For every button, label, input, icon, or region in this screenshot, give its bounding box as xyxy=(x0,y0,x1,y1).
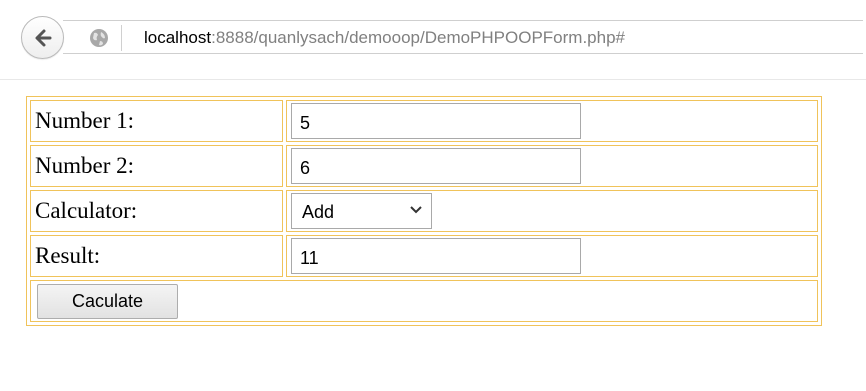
browser-toolbar: localhost:8888/quanlysach/demooop/DemoPH… xyxy=(0,0,866,80)
number2-input[interactable] xyxy=(291,148,581,184)
url-host: localhost xyxy=(144,28,212,47)
back-button[interactable] xyxy=(21,16,64,59)
calculator-selected-value: Add xyxy=(302,202,335,222)
number1-label: Number 1: xyxy=(30,100,283,142)
url-separator xyxy=(121,25,122,51)
result-label: Result: xyxy=(30,235,283,277)
calculator-cell: Add xyxy=(286,190,818,232)
number2-cell xyxy=(286,145,818,187)
calculator-row: Calculator: Add xyxy=(30,190,818,232)
toolbar-divider xyxy=(0,79,866,80)
number2-row: Number 2: xyxy=(30,145,818,187)
globe-icon xyxy=(90,29,108,47)
result-cell xyxy=(286,235,818,277)
url-path: :8888/quanlysach/demooop/DemoPHPOOPForm.… xyxy=(211,28,626,47)
number2-label: Number 2: xyxy=(30,145,283,187)
calculator-form-table: Number 1: Number 2: Calculator: Add Resu… xyxy=(26,96,822,326)
calculate-button[interactable]: Caculate xyxy=(37,283,178,319)
url-text[interactable]: localhost:8888/quanlysach/demooop/DemoPH… xyxy=(144,28,625,48)
button-cell: Caculate xyxy=(30,280,818,322)
back-arrow-icon xyxy=(35,29,52,47)
number1-input[interactable] xyxy=(291,103,581,139)
result-row: Result: xyxy=(30,235,818,277)
number1-cell xyxy=(286,100,818,142)
button-row: Caculate xyxy=(30,280,818,322)
number1-row: Number 1: xyxy=(30,100,818,142)
chevron-down-icon xyxy=(410,206,422,214)
calculator-select[interactable]: Add xyxy=(291,193,432,229)
result-input[interactable] xyxy=(291,238,581,274)
calculator-label: Calculator: xyxy=(30,190,283,232)
